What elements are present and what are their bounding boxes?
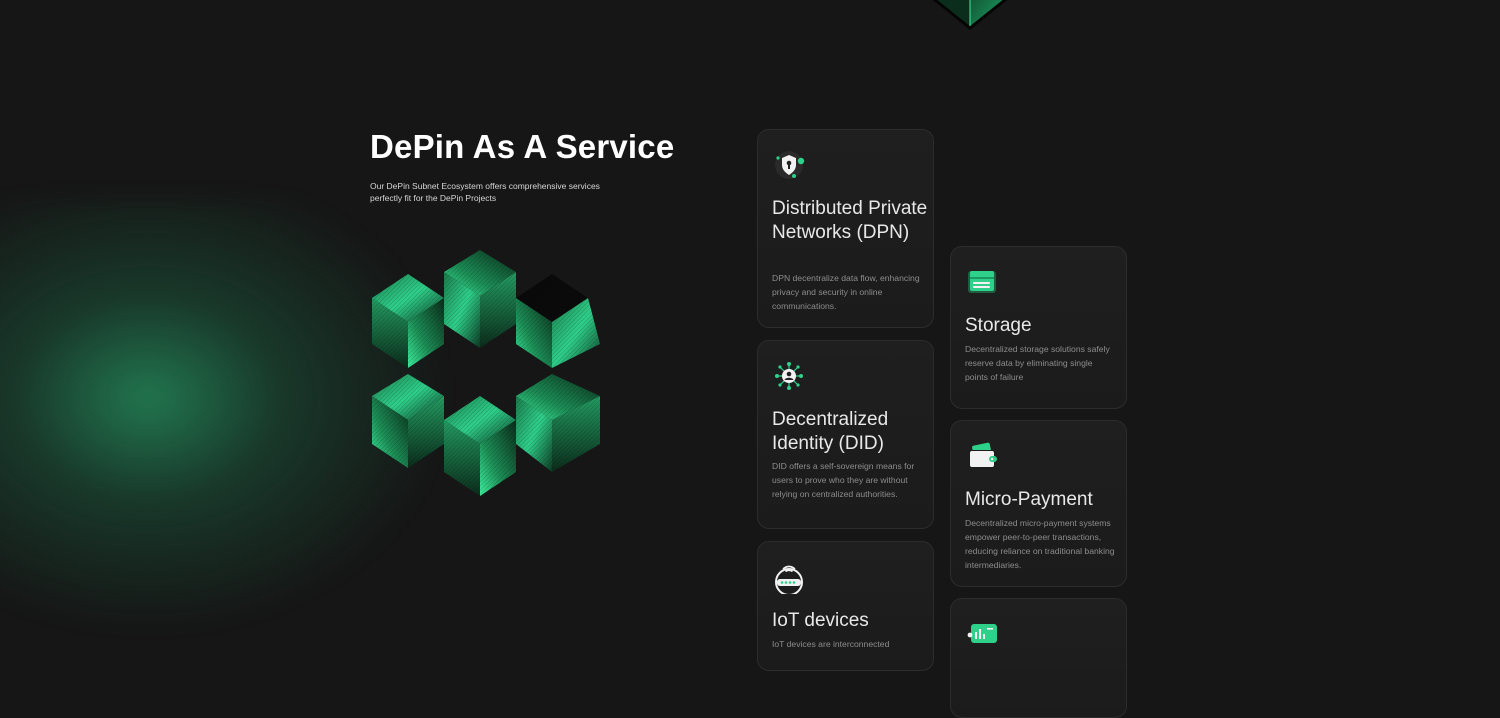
service-title: Decentralized Identity (DID)	[772, 409, 889, 454]
cube-cluster-graphic	[372, 250, 600, 496]
service-card-dpn[interactable]: Distributed Private Networks (DPN) DPN d…	[757, 129, 934, 328]
service-title: Distributed Private Networks (DPN)	[772, 198, 928, 243]
cube-top-center	[444, 250, 516, 348]
service-card-iot[interactable]: IoT devices IoT devices are interconnect…	[757, 541, 934, 671]
service-card-micro-payment[interactable]: Micro-Payment Decentralized micro-paymen…	[950, 420, 1127, 587]
storage-icon	[968, 271, 996, 293]
page-subtitle: Our DePin Subnet Ecosystem offers compre…	[370, 181, 600, 203]
service-description: DPN decentralize data flow, enhancing pr…	[772, 273, 920, 311]
service-title: Storage	[965, 315, 1032, 336]
top-cube-graphic	[932, 0, 1008, 30]
service-title: Micro-Payment	[965, 489, 1093, 510]
service-description: DID offers a self-sovereign means for us…	[772, 461, 915, 499]
cube-bottom-center	[444, 396, 516, 496]
service-title: IoT devices	[772, 610, 869, 631]
cube-top-left	[372, 274, 444, 368]
service-description: Decentralized storage solutions safely r…	[965, 344, 1110, 382]
service-description: IoT devices are interconnected	[772, 639, 890, 649]
wallet-icon	[969, 442, 997, 468]
service-card-storage[interactable]: Storage Decentralized storage solutions …	[950, 246, 1127, 409]
page-title: DePin As A Service	[370, 128, 675, 165]
service-card-did[interactable]: Decentralized Identity (DID) DID offers …	[757, 340, 934, 529]
service-description: Decentralized micro-payment systems empo…	[965, 518, 1115, 570]
cube-bottom-left	[372, 374, 444, 468]
router-icon	[775, 565, 803, 594]
analytics-icon	[967, 624, 997, 643]
cube-top-right	[516, 274, 600, 368]
cube-bottom-right	[516, 374, 600, 472]
service-card-analytics[interactable]	[950, 598, 1127, 718]
identity-network-icon	[775, 362, 803, 390]
shield-lock-icon	[775, 151, 805, 179]
